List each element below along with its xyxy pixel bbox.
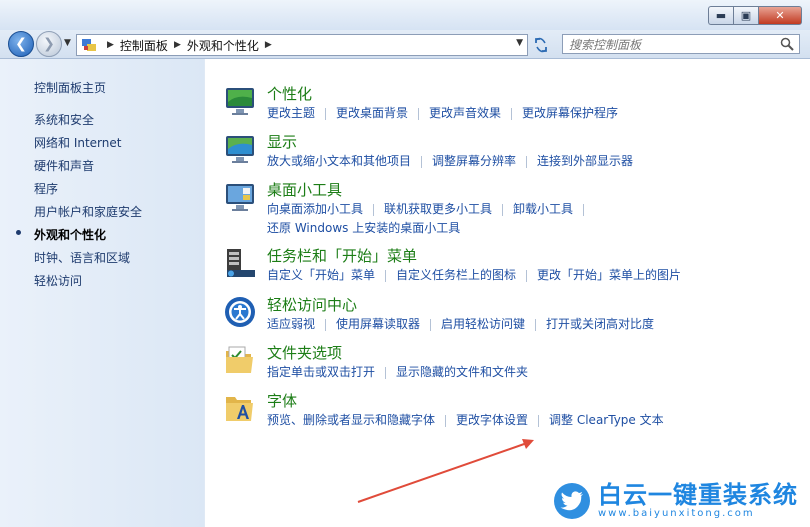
refresh-icon — [535, 37, 547, 53]
breadcrumb-separator-icon[interactable]: ▶ — [265, 40, 272, 50]
sidebar-item-clock-language[interactable]: 时钟、语言和区域 — [34, 249, 130, 266]
sidebar-item-system-security[interactable]: 系统和安全 — [34, 111, 94, 128]
minimize-button[interactable]: ▬ — [708, 6, 733, 25]
twitter-bird-icon — [554, 482, 590, 519]
forward-button[interactable]: ❯ — [36, 31, 62, 57]
breadcrumb-separator-icon[interactable]: ▶ — [107, 40, 114, 50]
search-icon[interactable] — [780, 37, 794, 51]
sidebar-item-ease-of-access[interactable]: 轻松访问 — [34, 272, 82, 289]
recent-pages-dropdown-icon[interactable]: ▼ — [64, 38, 71, 48]
address-dropdown-icon[interactable]: ▼ — [516, 38, 523, 48]
title-bar: ▬ ▣ ✕ — [0, 0, 810, 30]
back-button[interactable]: ❮ — [8, 31, 34, 57]
breadcrumb-separator-icon[interactable]: ▶ — [174, 40, 181, 50]
sidebar-item-control-panel-home[interactable]: 控制面板主页 — [34, 79, 106, 96]
watermark: 白云一键重装系统 www.baiyunxitong.com — [554, 482, 798, 519]
address-bar[interactable]: ▶ 控制面板 ▶ 外观和个性化 ▶ ▼ — [76, 34, 528, 56]
current-item-bullet-icon — [16, 230, 21, 235]
sidebar-item-programs[interactable]: 程序 — [34, 180, 58, 197]
window-controls: ▬ ▣ ✕ — [708, 6, 802, 25]
sidebar: 控制面板主页 系统和安全 网络和 Internet 硬件和声音 程序 用户帐户和… — [0, 59, 204, 527]
control-panel-icon — [82, 39, 96, 51]
search-input[interactable]: 搜索控制面板 — [562, 34, 800, 54]
watermark-url: www.baiyunxitong.com — [598, 508, 755, 519]
sidebar-item-network[interactable]: 网络和 Internet — [34, 134, 121, 151]
refresh-button[interactable] — [530, 35, 552, 55]
close-button[interactable]: ✕ — [758, 6, 802, 25]
maximize-button[interactable]: ▣ — [733, 6, 758, 25]
breadcrumb-appearance[interactable]: 外观和个性化 — [187, 37, 259, 54]
navigation-bar: ❮ ❯ ▼ ▶ 控制面板 ▶ 外观和个性化 ▶ ▼ 搜索控制面板 — [0, 30, 810, 59]
sidebar-item-user-accounts[interactable]: 用户帐户和家庭安全 — [34, 203, 142, 220]
search-placeholder: 搜索控制面板 — [569, 37, 642, 52]
main-content: 个性化 更改主题 更改桌面背景 更改声音效果 更改屏幕保护程序 显示 放大或缩小文本和… — [205, 59, 810, 527]
watermark-title: 白云一键重装系统 — [598, 481, 798, 509]
breadcrumb-control-panel[interactable]: 控制面板 — [120, 37, 168, 54]
sidebar-item-appearance[interactable]: 外观和个性化 — [34, 226, 106, 243]
sidebar-item-hardware-sound[interactable]: 硬件和声音 — [34, 157, 94, 174]
annotation-arrow — [357, 439, 534, 503]
